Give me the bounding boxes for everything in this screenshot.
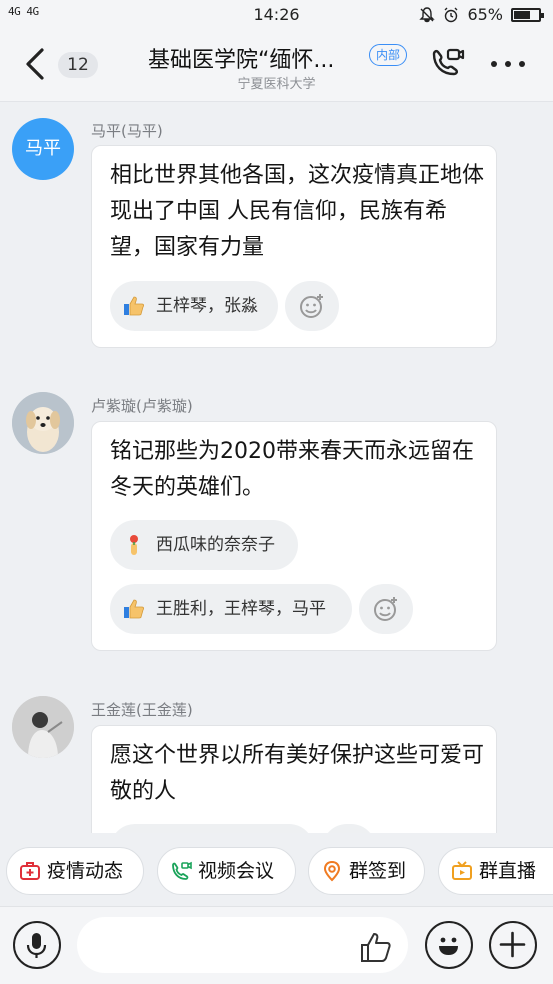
add-reaction-button[interactable] xyxy=(285,281,339,331)
person-avatar-image xyxy=(12,696,74,758)
mute-bell-icon xyxy=(419,6,436,22)
reaction-pill-partial[interactable] xyxy=(110,824,314,833)
tv-icon xyxy=(452,861,472,880)
dog-avatar-image xyxy=(12,392,74,454)
message-bubble[interactable]: 相比世界其他各国，这次疫情真正地体现出了中国 人民有信仰，民族有希望，国家有力量… xyxy=(91,145,497,348)
flower-reaction[interactable]: 西瓜味的奈奈子 xyxy=(110,520,298,570)
message-bubble[interactable]: 铭记那些为2020带来春天而永远留在冬天的英雄们。 西瓜味的奈奈子 王胜利，王梓… xyxy=(91,421,497,651)
like-reaction[interactable]: 王梓琴，张淼 xyxy=(110,281,278,331)
group-live-button[interactable]: 群直播 xyxy=(438,847,553,895)
video-call-icon xyxy=(172,861,192,880)
message-text: 铭记那些为2020带来春天而永远留在冬天的英雄们。 xyxy=(110,439,474,500)
medical-kit-icon xyxy=(20,862,40,880)
more-options-icon[interactable] xyxy=(488,52,528,76)
quick-action-label: 疫情动态 xyxy=(47,860,124,882)
epidemic-news-button[interactable]: 疫情动态 xyxy=(6,847,144,895)
reaction-users: 王胜利，王梓琴，马平 xyxy=(156,599,326,619)
add-reaction-button[interactable] xyxy=(359,584,413,634)
plus-icon xyxy=(499,931,525,957)
more-plus-button[interactable] xyxy=(489,921,537,969)
microphone-icon xyxy=(26,932,46,958)
sender-name: 王金莲(王金莲) xyxy=(91,701,193,719)
video-meeting-button[interactable]: 视频会议 xyxy=(157,847,296,895)
emoji-button[interactable] xyxy=(425,921,473,969)
message-text: 相比世界其他各国，这次疫情真正地体现出了中国 人民有信仰，民族有希望，国家有力量 xyxy=(110,163,485,260)
quick-actions-bar: 疫情动态 视频会议 群签到 群直播 xyxy=(0,834,553,906)
chat-subtitle: 宁夏医科大学 xyxy=(237,77,316,92)
add-emoji-icon xyxy=(300,294,323,318)
reaction-users: 王梓琴，张淼 xyxy=(156,296,258,316)
like-reaction[interactable]: 王胜利，王梓琴，马平 xyxy=(110,584,352,634)
battery-percent: 65% xyxy=(467,5,503,24)
avatar[interactable]: 马平 xyxy=(12,118,74,180)
thumbs-up-send-icon[interactable] xyxy=(358,929,394,965)
message-text: 愿这个世界以所有美好保护这些可爱可敬的人 xyxy=(110,743,485,804)
quick-action-label: 视频会议 xyxy=(198,860,275,882)
message-bubble[interactable]: 愿这个世界以所有美好保护这些可爱可敬的人 xyxy=(91,725,497,833)
avatar[interactable] xyxy=(12,696,74,758)
alarm-icon xyxy=(444,7,458,22)
group-checkin-button[interactable]: 群签到 xyxy=(308,847,425,895)
phone-video-icon[interactable] xyxy=(426,44,466,84)
smiley-icon xyxy=(438,937,458,955)
reaction-users: 西瓜味的奈奈子 xyxy=(156,535,275,555)
avatar[interactable] xyxy=(12,392,74,454)
thumbs-up-icon xyxy=(124,296,145,316)
location-pin-icon xyxy=(323,860,341,882)
quick-action-label: 群直播 xyxy=(479,860,537,882)
internal-tag: 内部 xyxy=(369,44,408,66)
sender-name: 马平(马平) xyxy=(91,122,163,140)
chat-header: 12 基础医学院“缅怀... 内部 宁夏医科大学 xyxy=(0,30,553,102)
add-emoji-icon xyxy=(374,597,397,621)
battery-icon xyxy=(511,7,544,22)
status-bar: 4G 4G 14:26 65% xyxy=(0,0,553,30)
thumbs-up-icon xyxy=(124,599,145,619)
flower-icon xyxy=(130,535,138,555)
sender-name: 卢紫璇(卢紫璇) xyxy=(91,397,193,415)
message-list[interactable]: 马平 马平(马平) 相比世界其他各国，这次疫情真正地体现出了中国 人民有信仰，民… xyxy=(0,103,553,833)
add-reaction-button[interactable] xyxy=(322,824,376,833)
input-bar xyxy=(0,906,553,984)
battery-fill xyxy=(514,10,530,19)
quick-action-label: 群签到 xyxy=(349,860,407,882)
voice-button[interactable] xyxy=(13,921,61,969)
chat-title[interactable]: 基础医学院“缅怀... xyxy=(148,42,334,74)
